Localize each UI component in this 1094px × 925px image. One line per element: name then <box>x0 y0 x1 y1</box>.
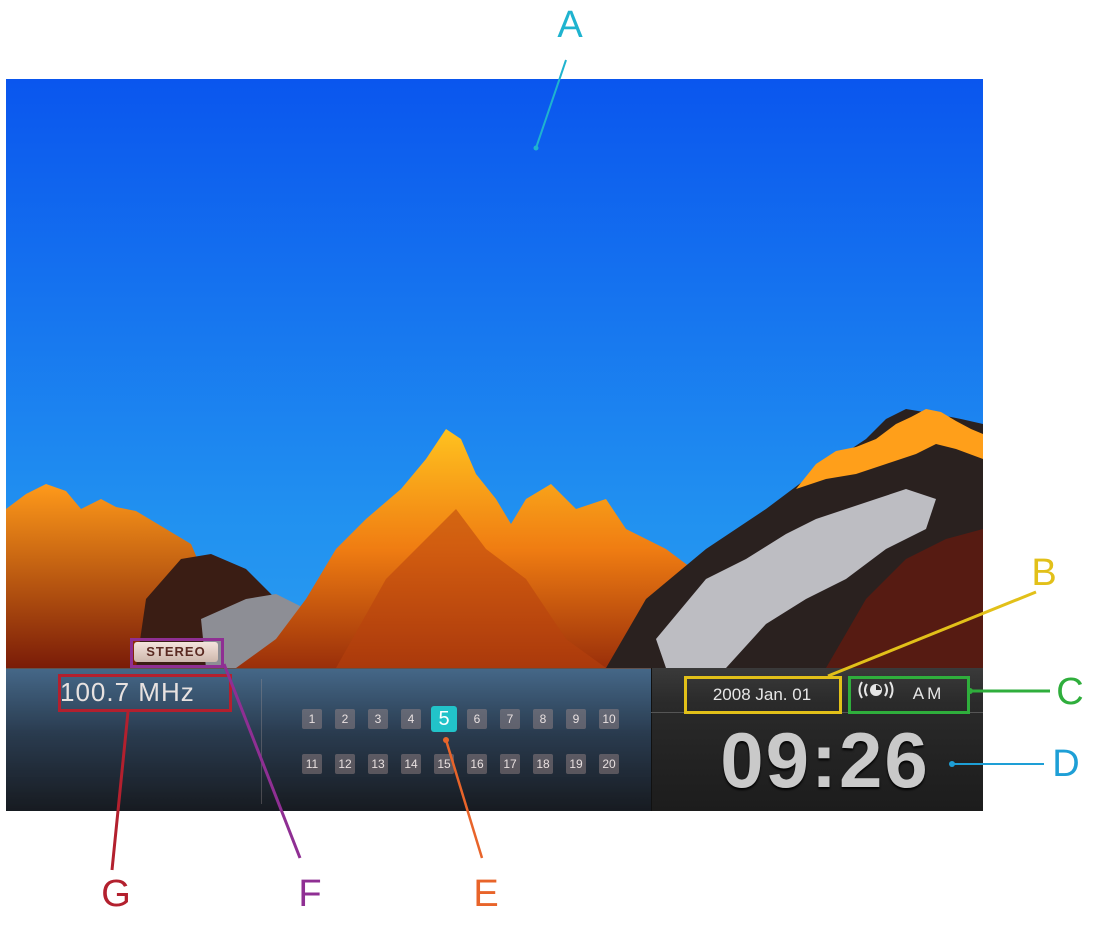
callout-label-c: C <box>1056 671 1084 713</box>
preset-14-button[interactable]: 14 <box>401 754 421 774</box>
preset-13-button[interactable]: 13 <box>368 754 388 774</box>
preset-11-button[interactable]: 11 <box>302 754 322 774</box>
callout-label-f: F <box>298 873 322 915</box>
callout-label-d: D <box>1052 743 1080 785</box>
preset-5-button[interactable]: 5 <box>431 706 457 732</box>
preset-3-button[interactable]: 3 <box>368 709 388 729</box>
callout-box-f <box>130 638 224 668</box>
callout-label-g: G <box>101 873 131 915</box>
preset-10-button[interactable]: 10 <box>599 709 619 729</box>
preset-9-button[interactable]: 9 <box>566 709 586 729</box>
preset-16-button[interactable]: 16 <box>467 754 487 774</box>
preset-19-button[interactable]: 19 <box>566 754 586 774</box>
preset-2-button[interactable]: 2 <box>335 709 355 729</box>
callout-box-c <box>848 676 970 714</box>
panel-divider <box>651 668 652 811</box>
callout-label-e: E <box>473 873 499 915</box>
preset-6-button[interactable]: 6 <box>467 709 487 729</box>
preset-1-button[interactable]: 1 <box>302 709 322 729</box>
preset-18-button[interactable]: 18 <box>533 754 553 774</box>
preset-8-button[interactable]: 8 <box>533 709 553 729</box>
preset-12-button[interactable]: 12 <box>335 754 355 774</box>
clock-time: 09:26 <box>720 716 930 804</box>
preset-15-button[interactable]: 15 <box>434 754 454 774</box>
preset-7-button[interactable]: 7 <box>500 709 520 729</box>
preset-4-button[interactable]: 4 <box>401 709 421 729</box>
callout-label-b: B <box>1031 552 1057 594</box>
preset-17-button[interactable]: 17 <box>500 754 520 774</box>
panel-divider <box>261 679 262 804</box>
preset-20-button[interactable]: 20 <box>599 754 619 774</box>
callout-label-a: A <box>557 4 583 46</box>
callout-box-b <box>684 676 842 714</box>
callout-box-g <box>58 674 232 712</box>
